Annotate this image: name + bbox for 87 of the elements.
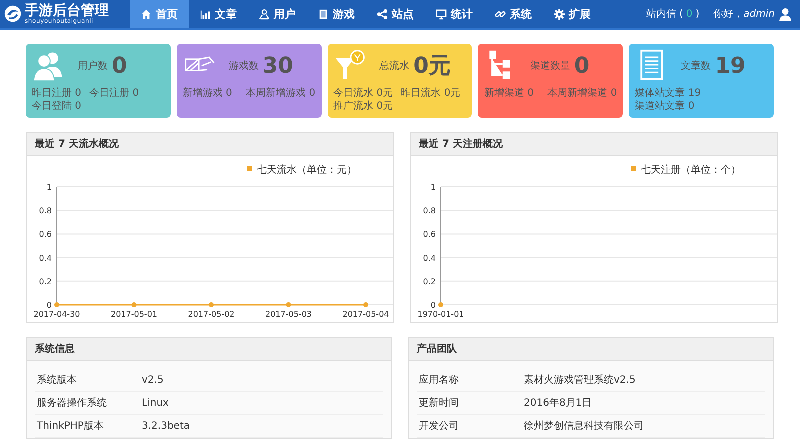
user-icon — [259, 8, 270, 20]
card-label: 游戏数 — [228, 60, 259, 73]
card-stat: 新增渠道 0 — [484, 87, 534, 100]
data-point — [54, 302, 60, 308]
panel-title: 最近 7 天注册概况 — [419, 137, 503, 151]
card-stat: 本周新增游戏 0 — [246, 87, 316, 100]
info-value: 2016年8月1日 — [524, 397, 592, 410]
x-tick-label: 2017-04-30 — [34, 310, 80, 319]
info-label: ThinkPHP版本 — [36, 420, 105, 433]
info-value: 素材火游戏管理系统v2.5 — [524, 374, 636, 387]
y-tick-label: 0.4 — [423, 254, 436, 263]
info-label: 系统版本 — [36, 374, 78, 387]
info-label: 更新时间 — [418, 396, 460, 410]
card-stat: 今日登陆 0 — [32, 100, 82, 113]
card-label: 总流水 — [380, 60, 410, 73]
y-tick-label: 0.6 — [39, 230, 52, 240]
y-tick-label: 0 — [46, 301, 52, 310]
nav-tab[interactable]: 系统 — [484, 0, 543, 28]
info-value: 徐州梦创信息科技有限公司 — [524, 420, 644, 433]
card-stat: 今日注册 0 — [90, 87, 140, 100]
y-tick-label: 0 — [430, 301, 436, 310]
y-tick-label: 1 — [430, 183, 436, 192]
y-tick-label: 0.4 — [39, 254, 52, 263]
info-value: v2.5 — [142, 374, 164, 386]
card-value: 19 — [715, 54, 746, 78]
user-icon[interactable] — [779, 8, 792, 20]
x-tick-label: 2017-05-02 — [188, 310, 235, 319]
card-value: 0元 — [414, 53, 451, 81]
info-value: Linux — [142, 398, 169, 408]
link-icon — [495, 8, 506, 20]
card-stat: 媒体站文章 19 — [635, 87, 702, 100]
gear-icon — [554, 8, 565, 20]
card-stat: 昨日注册 0 — [32, 87, 82, 100]
card-label: 用户数 — [78, 60, 108, 73]
card-value: 30 — [262, 54, 294, 78]
panel-title: 产品团队 — [417, 342, 457, 356]
y-tick-label: 0.2 — [39, 277, 52, 286]
legend-label: 七天注册（单位：个） — [641, 165, 741, 176]
panel-title: 系统信息 — [35, 342, 75, 356]
nav-tab[interactable]: 站点 — [366, 0, 425, 28]
messages-link[interactable]: 站内信 ( 0 ) — [646, 0, 700, 28]
x-tick-label: 2017-05-01 — [111, 310, 158, 319]
document-icon — [318, 8, 329, 20]
info-label: 服务器操作系统 — [36, 396, 108, 410]
nav-tab[interactable]: 游戏 — [307, 0, 366, 28]
data-point — [132, 302, 137, 308]
nav-tab[interactable]: 扩展 — [543, 0, 602, 28]
bar-chart-icon — [200, 8, 211, 20]
card-label: 文章数 — [681, 60, 712, 73]
y-tick-label: 1 — [46, 183, 52, 192]
panel-title: 最近 7 天流水概况 — [35, 137, 119, 151]
legend-marker — [247, 166, 252, 171]
y-tick-label: 0.8 — [423, 206, 436, 216]
data-point — [438, 302, 444, 308]
info-label: 应用名称 — [418, 374, 460, 387]
card-stat: 渠道站文章 0 — [635, 100, 695, 113]
card-stat: 本周新增渠道 0 — [548, 87, 618, 100]
x-tick-label: 2017-05-04 — [342, 310, 390, 319]
data-point — [286, 302, 292, 308]
logo-title: 手游后台管理 — [25, 4, 109, 18]
nav-tab[interactable]: 文章 — [189, 0, 248, 28]
x-tick-label: 1970-01-01 — [418, 310, 464, 319]
logo-icon — [4, 5, 22, 23]
monitor-icon — [436, 8, 447, 20]
card-stat: 今日流水 0元 — [334, 87, 394, 100]
y-tick-label: 0.6 — [423, 230, 436, 240]
card-value: 0 — [574, 54, 590, 78]
nav-tab[interactable]: 首页 — [130, 0, 189, 28]
info-label: 开发公司 — [418, 420, 460, 433]
card-label: 渠道数量 — [530, 60, 570, 73]
x-tick-label: 2017-05-03 — [266, 310, 312, 319]
card-stat: 推广流水 0元 — [334, 100, 394, 113]
data-point — [209, 302, 214, 308]
card-stat: 昨日流水 0元 — [401, 87, 461, 100]
card-value: 0 — [112, 54, 128, 78]
share-icon — [377, 8, 388, 20]
card-stat: 新增游戏 0 — [182, 87, 232, 100]
y-tick-label: 0.2 — [423, 277, 436, 286]
home-icon — [141, 8, 152, 20]
legend-label: 七天流水（单位：元） — [257, 165, 357, 176]
greeting-text: 你好，admin — [714, 8, 775, 22]
legend-marker — [631, 166, 636, 171]
info-value: 3.2.3beta — [142, 420, 190, 432]
data-point — [364, 302, 368, 308]
y-tick-label: 0.8 — [39, 206, 52, 216]
nav-tab[interactable]: 统计 — [425, 0, 484, 28]
nav-tab[interactable]: 用户 — [248, 0, 307, 28]
